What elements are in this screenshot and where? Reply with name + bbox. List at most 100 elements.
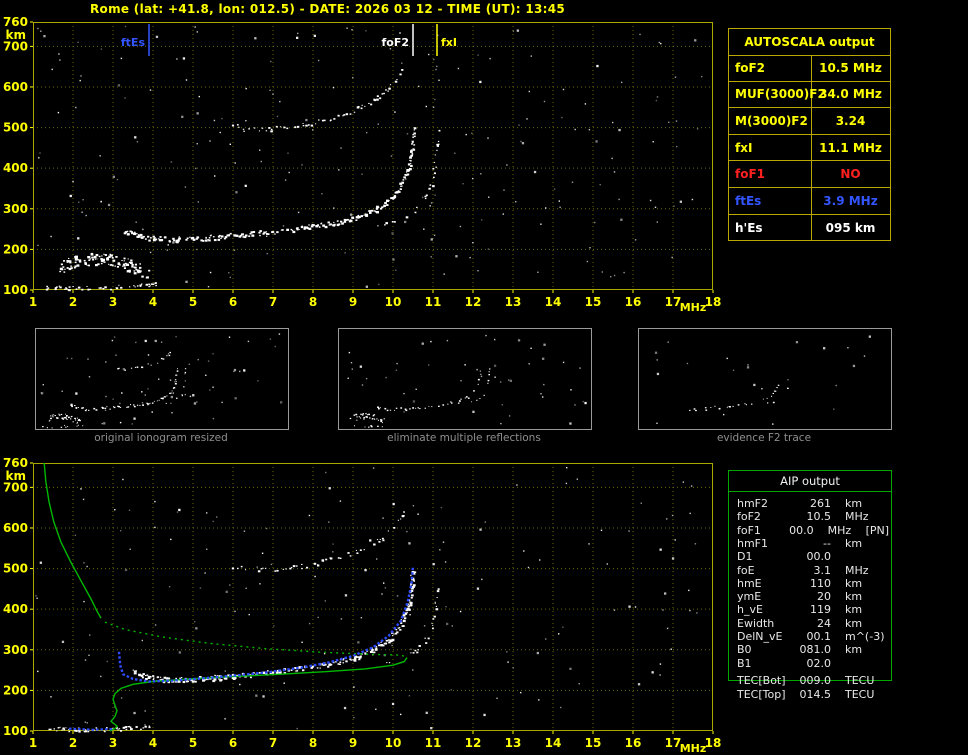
ionogram-plot-autoscala: 100 200 300 400 500 600 700 760 km 1 2 3 4 5 6 7 8 9 10 11 1… [0,14,760,314]
svg-text:13: 13 [505,736,522,750]
svg-text:200: 200 [3,242,28,256]
svg-text:200: 200 [3,683,28,697]
parameter-value: 10.5 [806,510,832,524]
svg-text:7: 7 [269,295,277,309]
parameter-label: B1 [737,656,752,670]
parameter-value: 11.1 MHz [819,140,882,155]
svg-text:11: 11 [425,736,442,750]
parameter-unit [845,550,889,563]
plot-top-svg: 100200300400500600700760km1 2 3 4 5 6 7 8 9 10 11 1… [3,15,721,314]
parameter-label: h_vE [737,603,763,617]
parameter-unit: km [845,576,863,590]
aip-row-yme: ymE 20 km [737,590,889,603]
x-axis-unit: MHz [680,301,707,314]
aip-table-header: AIP output [780,474,840,488]
autoscala-window: { "title": "Rome (lat: +41.8, lon: 012.5… [0,0,968,755]
autoscala-row-fof2: foF2 10.5 MHz [729,55,890,82]
svg-text:500: 500 [3,121,28,135]
svg-text:2: 2 [69,295,77,309]
y-axis-unit: km [6,469,26,483]
parameter-unit: MHz [845,510,869,524]
svg-text:9: 9 [349,736,357,750]
parameter-value: 00.0 [789,523,814,537]
thumbnail-caption: original ionogram resized [94,432,228,444]
parameter-value: NO [840,167,861,182]
thumbnail-1 [35,328,289,430]
parameter-unit: MHz [845,563,869,577]
parameter-value: 110 [810,576,831,590]
svg-text:400: 400 [3,602,28,616]
svg-text:760: 760 [3,456,28,470]
parameter-label: hmF1 [737,536,769,550]
parameter-flag: [PN] [865,523,890,537]
parameter-label: TEC[Top] [737,688,786,701]
aip-row-b0: B0 081.0 km [737,643,889,656]
parameter-value: 00.0 [806,550,832,564]
parameter-label: hmE [737,576,762,590]
svg-text:300: 300 [3,643,28,657]
parameter-unit: km [845,497,863,510]
svg-text:10: 10 [385,295,402,309]
svg-text:14: 14 [545,295,562,309]
grid-lines [33,463,713,731]
parameter-unit: m^(-3) [845,630,885,643]
parameter-label: DelN_vE [737,630,783,643]
parameter-unit: TECU [845,688,875,701]
parameter-label: B0 [737,643,752,657]
autoscala-row-m3000f2: M(3000)F2 3.24 [729,108,890,135]
aip-row-foe: foE 3.1 MHz [737,564,889,577]
svg-text:300: 300 [3,202,28,216]
parameter-label: foF1 [735,167,766,182]
parameter-value: 009.0 [799,674,832,687]
svg-text:2: 2 [69,736,77,750]
thumbnail-2 [338,328,592,430]
svg-text:3: 3 [109,736,117,750]
parameter-value: 02.0 [806,656,832,670]
aip-row-ewidth: Ewidth 24 km [737,617,889,630]
svg-text:8: 8 [309,736,317,750]
parameter-label: M(3000)F2 [735,113,808,128]
parameter-unit: MHz [827,523,852,537]
svg-text:4: 4 [149,295,157,309]
aip-row-hmf2: hmF2 261 km [737,497,889,510]
autoscala-row-ftes: ftEs 3.9 MHz [729,188,890,215]
axis-labels: 100200300400500600700760km1 2 3 4 5 6 7 8 9 10 11 1… [3,456,721,755]
aip-row-hve: h_vE 119 km [737,603,889,616]
parameter-unit: km [845,643,863,657]
svg-text:11: 11 [425,295,442,309]
thumbnail-caption: evidence F2 trace [716,432,812,444]
parameter-value: 34.0 MHz [819,87,882,102]
svg-text:3: 3 [109,295,117,309]
svg-text:14: 14 [545,736,562,750]
aip-row-tectop: TEC[Top] 014.5 TECU [737,688,889,701]
thumbnail-3 [638,328,892,430]
parameter-unit: km [845,536,863,550]
parameter-label: D1 [737,550,753,564]
svg-text:15: 15 [585,295,602,309]
svg-text:5: 5 [189,295,197,309]
fitted-f2-trace [68,566,415,731]
parameter-label: h'Es [735,220,763,235]
parameter-value: 261 [810,497,831,510]
parameter-label: foF2 [737,510,761,524]
svg-text:5: 5 [189,736,197,750]
autoscala-row-hes: h'Es 095 km [729,215,890,242]
svg-text:600: 600 [3,80,28,94]
x-axis-unit: MHz [680,742,707,755]
aip-row-tecbot: TEC[Bot] 009.0 TECU [737,674,889,687]
echo-traces [37,25,703,292]
aip-header-separator [729,491,891,492]
foF2-marker-label: foF2 [381,36,409,49]
autoscala-table-header: AUTOSCALA output [729,29,890,56]
axis-labels: 100200300400500600700760km1 2 3 4 5 6 7 8 9 10 11 1… [3,15,721,314]
parameter-value: -- [823,536,831,550]
svg-text:1: 1 [29,295,37,309]
aip-row-fof2: foF2 10.5 MHz [737,510,889,523]
svg-text:12: 12 [465,295,482,309]
parameter-label: ymE [737,590,762,604]
frequency-markers: ftEs foF2 fxI [121,24,457,56]
parameter-value: 3.24 [835,113,866,128]
echo-traces [35,467,698,733]
svg-text:12: 12 [465,736,482,750]
parameter-unit [845,657,889,670]
